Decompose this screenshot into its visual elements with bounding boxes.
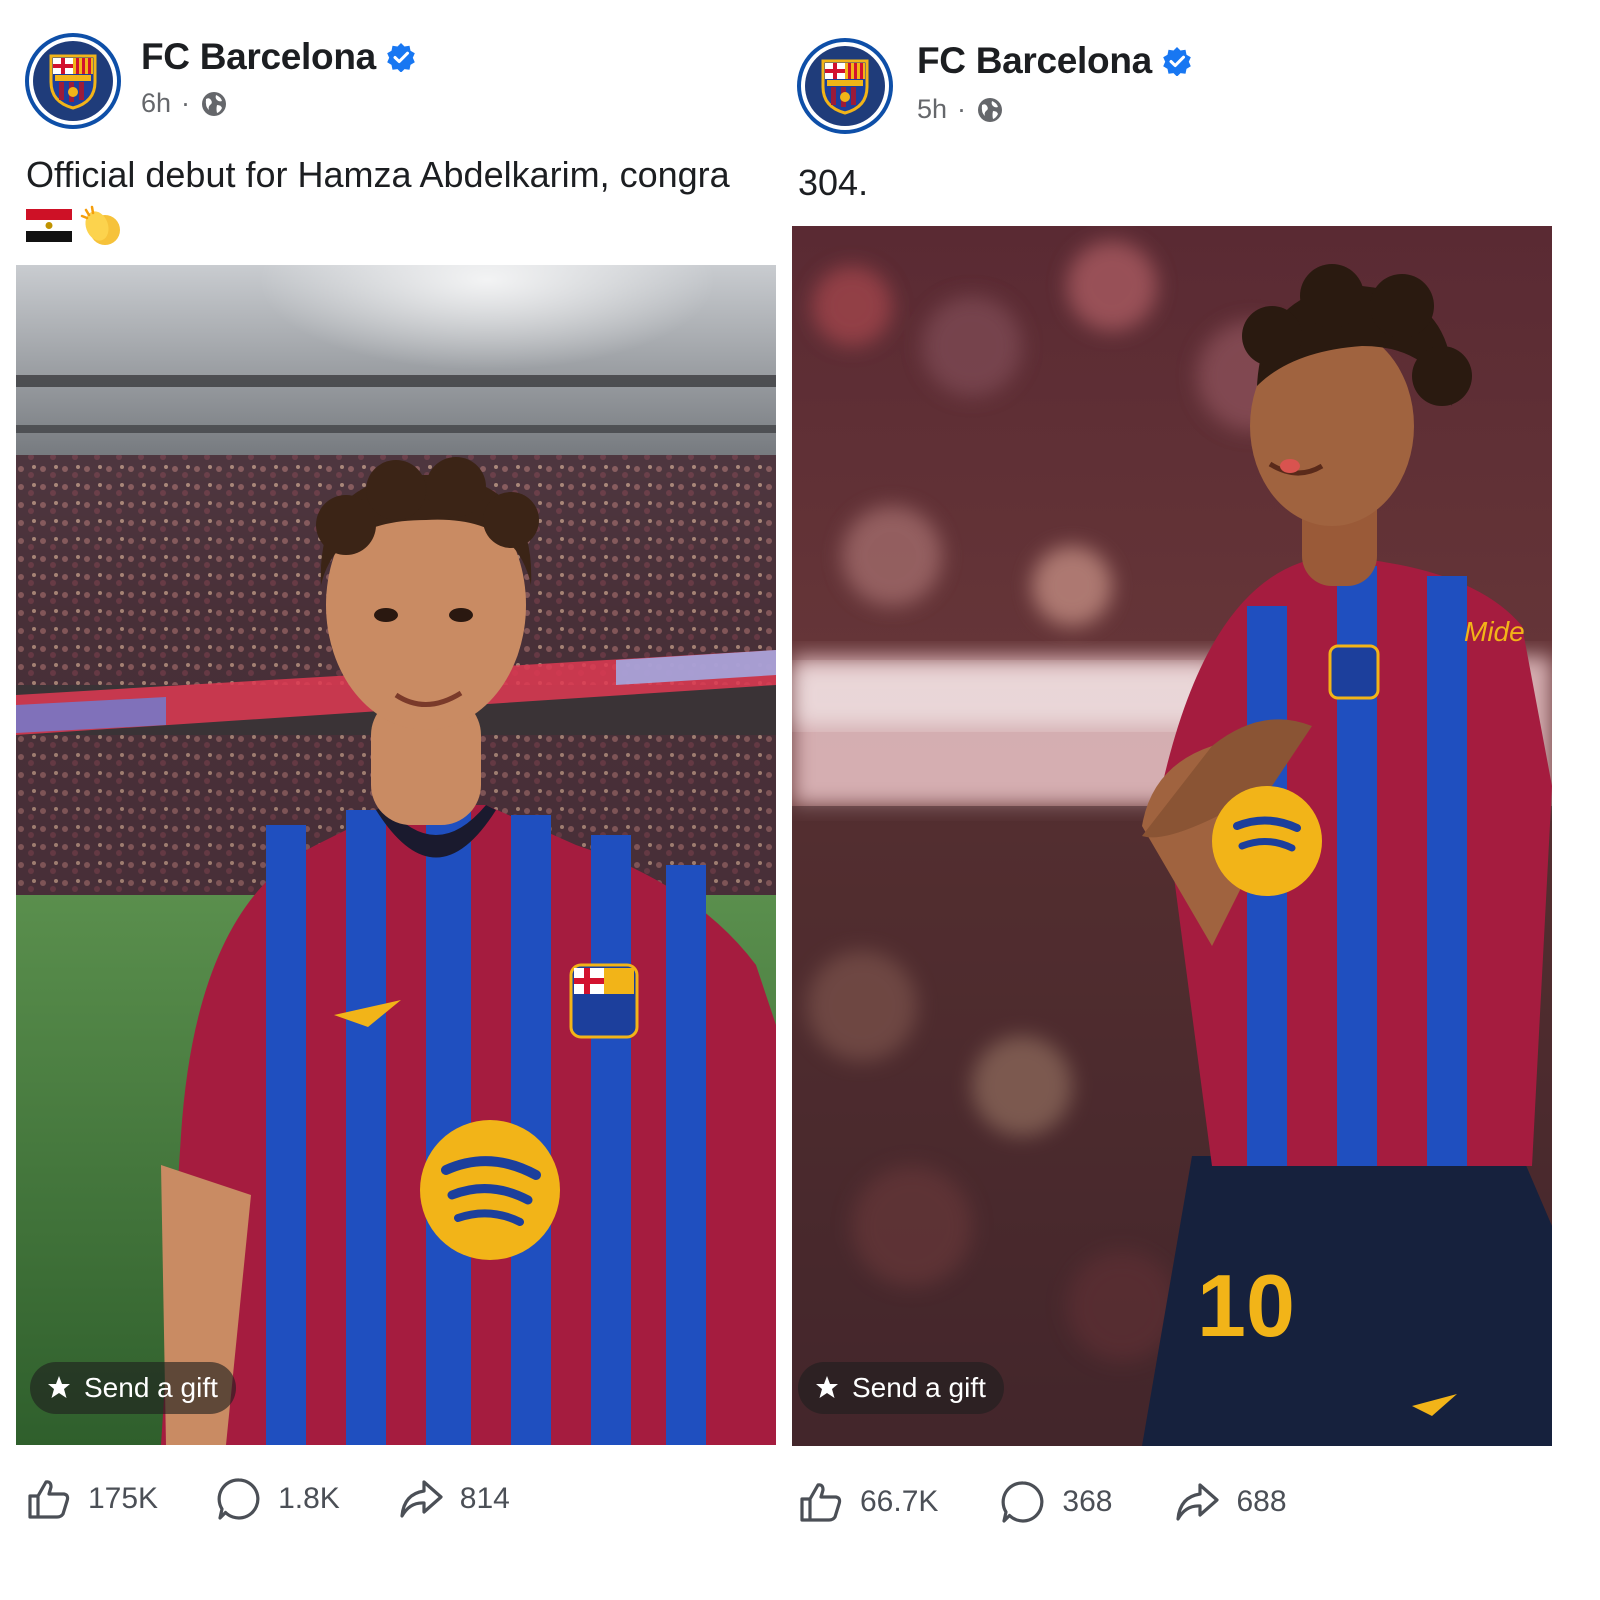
post-photo-lamine[interactable]: Mide 10 Send a gift — [792, 226, 1552, 1446]
share-count: 688 — [1236, 1485, 1287, 1518]
page-name[interactable]: FC Barcelona — [141, 36, 416, 78]
like-button[interactable]: 66.7K — [798, 1479, 938, 1525]
post-actions: 66.7K 368 688 — [798, 1479, 1287, 1525]
globe-icon — [202, 91, 227, 116]
verified-badge-icon — [387, 43, 415, 72]
send-gift-button[interactable]: Send a gift — [30, 1362, 236, 1414]
meta-separator: · — [957, 94, 967, 124]
like-button[interactable]: 175K — [26, 1476, 158, 1522]
comment-button[interactable]: 368 — [1000, 1479, 1112, 1525]
comment-button[interactable]: 1.8K — [216, 1476, 340, 1522]
comment-bubble-icon — [1001, 1481, 1044, 1523]
player-photo — [16, 265, 776, 1445]
fcb-crest-icon — [49, 54, 97, 110]
page-name[interactable]: FC Barcelona — [917, 40, 1192, 82]
globe-icon — [978, 97, 1003, 122]
fcb-crest-icon — [821, 59, 869, 115]
comment-count: 1.8K — [278, 1482, 340, 1515]
thumbs-up-icon — [28, 1480, 70, 1519]
comment-bubble-icon — [217, 1478, 260, 1520]
send-gift-label[interactable]: Send a gift — [852, 1372, 986, 1404]
share-button[interactable]: 814 — [398, 1476, 510, 1522]
post-caption: 304. — [798, 162, 869, 203]
post-meta: 5h · — [917, 94, 1004, 125]
post-time[interactable]: 5h — [917, 94, 947, 125]
post-photo-hamza[interactable]: Send a gift — [16, 265, 776, 1445]
meta-separator: · — [181, 88, 191, 118]
player-photo: Mide 10 — [792, 226, 1552, 1446]
post-card: FC Barcelona 5h · 304. Mide 10 Send a gi… — [792, 0, 1572, 1600]
post-actions: 175K 1.8K 814 — [26, 1476, 510, 1522]
comment-count: 368 — [1062, 1485, 1113, 1518]
svg-text:10: 10 — [1197, 1256, 1295, 1355]
star-gift-icon — [48, 1376, 70, 1398]
share-button[interactable]: 688 — [1174, 1479, 1287, 1525]
send-gift-label[interactable]: Send a gift — [84, 1372, 218, 1404]
page-avatar[interactable] — [25, 33, 121, 129]
thumbs-up-icon — [800, 1483, 842, 1522]
post-caption: Official debut for Hamza Abdelkarim, con… — [26, 154, 730, 195]
send-gift-button[interactable]: Send a gift — [798, 1362, 1004, 1414]
clapping-hands-icon — [80, 205, 120, 245]
svg-text:Mide: Mide — [1464, 616, 1525, 647]
like-count: 66.7K — [860, 1485, 939, 1518]
page-name-text[interactable]: FC Barcelona — [141, 36, 376, 78]
egypt-flag-icon — [26, 209, 72, 242]
share-arrow-icon — [1176, 1483, 1220, 1521]
post-meta: 6h · — [141, 88, 228, 119]
share-count: 814 — [459, 1482, 510, 1515]
star-gift-icon — [816, 1376, 838, 1398]
share-arrow-icon — [400, 1480, 443, 1518]
page-name-text[interactable]: FC Barcelona — [917, 40, 1152, 82]
like-count: 175K — [88, 1482, 159, 1515]
caption-emojis — [26, 202, 126, 248]
page-avatar[interactable] — [797, 38, 893, 134]
post-time[interactable]: 6h — [141, 88, 171, 119]
post-card: FC Barcelona 6h · Official debut for Ham… — [16, 0, 796, 1600]
verified-badge-icon — [1163, 47, 1191, 76]
